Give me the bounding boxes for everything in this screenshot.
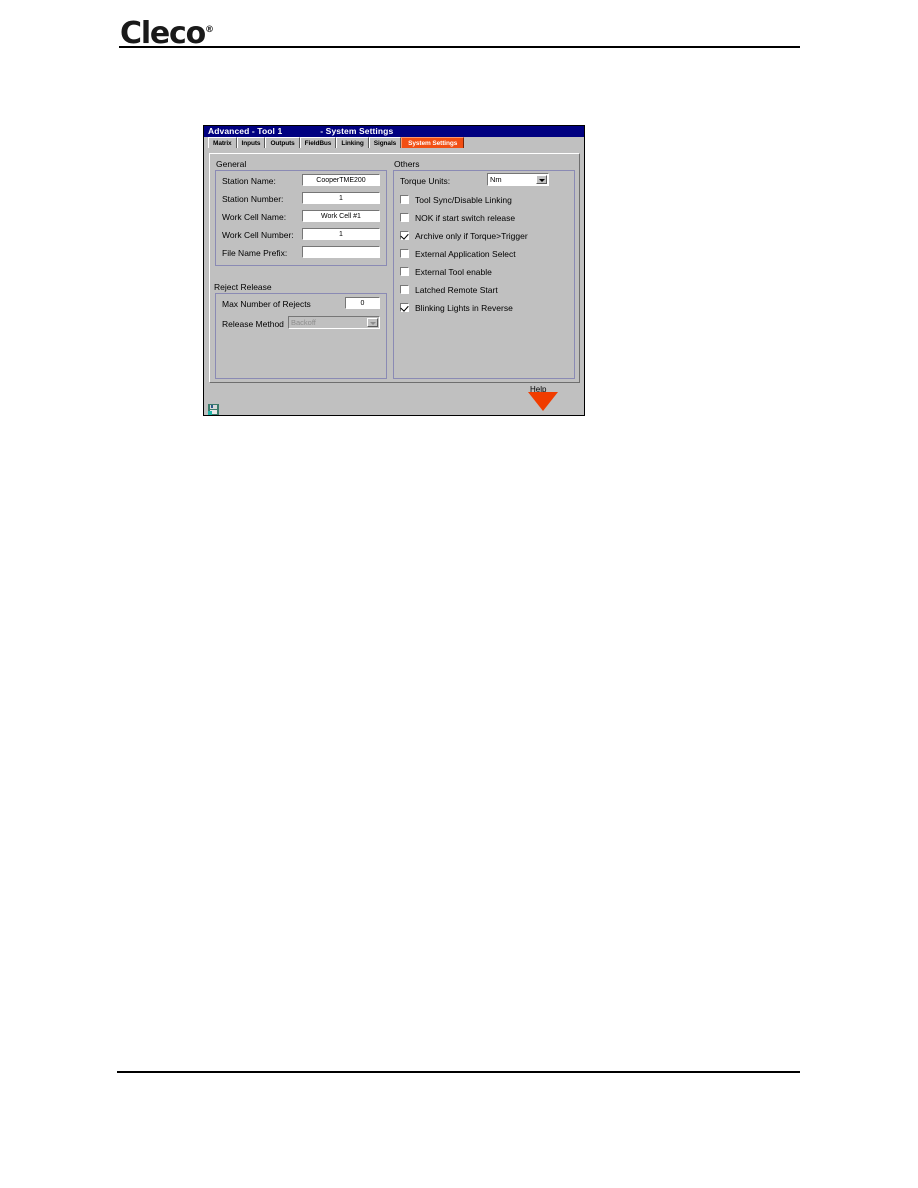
work-cell-name-input[interactable]: Work Cell #1 — [302, 210, 380, 222]
checkbox-label: Latched Remote Start — [415, 285, 498, 295]
system-settings-dialog: Advanced - Tool 1 - System Settings Matri… — [203, 125, 585, 416]
release-method-value: Backoff — [291, 318, 316, 327]
checkbox-box[interactable] — [400, 231, 409, 240]
registered-mark: ® — [205, 25, 215, 35]
save-disk-icon[interactable] — [208, 402, 219, 415]
dialog-title-left: Advanced - Tool 1 — [208, 126, 283, 136]
release-method-label: Release Method — [222, 319, 284, 329]
work-cell-number-label: Work Cell Number: — [222, 230, 294, 240]
checkbox-box[interactable] — [400, 249, 409, 258]
torque-units-value: Nm — [490, 175, 502, 184]
torque-units-label: Torque Units: — [400, 176, 451, 186]
station-number-label: Station Number: — [222, 194, 284, 204]
work-cell-number-input[interactable]: 1 — [302, 228, 380, 240]
checkbox-label: Archive only if Torque>Trigger — [415, 231, 528, 241]
checkbox-label: External Application Select — [415, 249, 516, 259]
release-method-dropdown[interactable]: Backoff — [288, 316, 380, 329]
station-number-input[interactable]: 1 — [302, 192, 380, 204]
others-group-title: Others — [394, 159, 420, 169]
general-group-title: General — [216, 159, 247, 169]
help-arrow-icon[interactable] — [528, 392, 558, 411]
station-name-label: Station Name: — [222, 176, 276, 186]
checkbox-label: Blinking Lights in Reverse — [415, 303, 513, 313]
reject-release-group-title: Reject Release — [214, 282, 272, 292]
max-rejects-input[interactable]: 0 — [345, 297, 380, 309]
tab-fieldbus[interactable]: FieldBus — [299, 137, 337, 148]
checkbox-box[interactable] — [400, 285, 409, 294]
checkbox-label: External Tool enable — [415, 267, 492, 277]
header-rule — [119, 46, 800, 48]
file-name-prefix-label: File Name Prefix: — [222, 248, 288, 258]
torque-units-dropdown[interactable]: Nm — [487, 173, 549, 186]
work-cell-name-label: Work Cell Name: — [222, 212, 287, 222]
max-rejects-label: Max Number of Rejects — [222, 299, 311, 309]
checkbox-box[interactable] — [400, 213, 409, 222]
checkbox-label: Tool Sync/Disable Linking — [415, 195, 512, 205]
checkbox-box[interactable] — [400, 195, 409, 204]
tab-system-settings[interactable]: System Settings — [401, 137, 465, 148]
chevron-down-icon[interactable] — [367, 318, 378, 327]
chevron-down-icon[interactable] — [536, 175, 547, 184]
tab-outputs[interactable]: Outputs — [265, 137, 300, 148]
footer-rule — [117, 1071, 800, 1073]
cleco-logo: Cleco® — [120, 19, 214, 49]
station-name-input[interactable]: CooperTME200 — [302, 174, 380, 186]
tab-signals[interactable]: Signals — [368, 137, 402, 148]
tab-panel-system-settings: General Station Name: CooperTME200 Stati… — [209, 153, 580, 383]
tab-inputs[interactable]: Inputs — [236, 137, 266, 148]
checkbox-label: NOK if start switch release — [415, 213, 516, 223]
tab-matrix[interactable]: Matrix — [208, 137, 237, 148]
dialog-titlebar: Advanced - Tool 1 - System Settings — [204, 126, 584, 137]
checkbox-box[interactable] — [400, 267, 409, 276]
checkbox-box[interactable] — [400, 303, 409, 312]
tab-linking[interactable]: Linking — [336, 137, 369, 148]
tab-bar: Matrix Inputs Outputs FieldBus Linking Signal… — [204, 137, 584, 149]
file-name-prefix-input[interactable] — [302, 246, 380, 258]
dialog-title-right: - System Settings — [320, 126, 394, 136]
